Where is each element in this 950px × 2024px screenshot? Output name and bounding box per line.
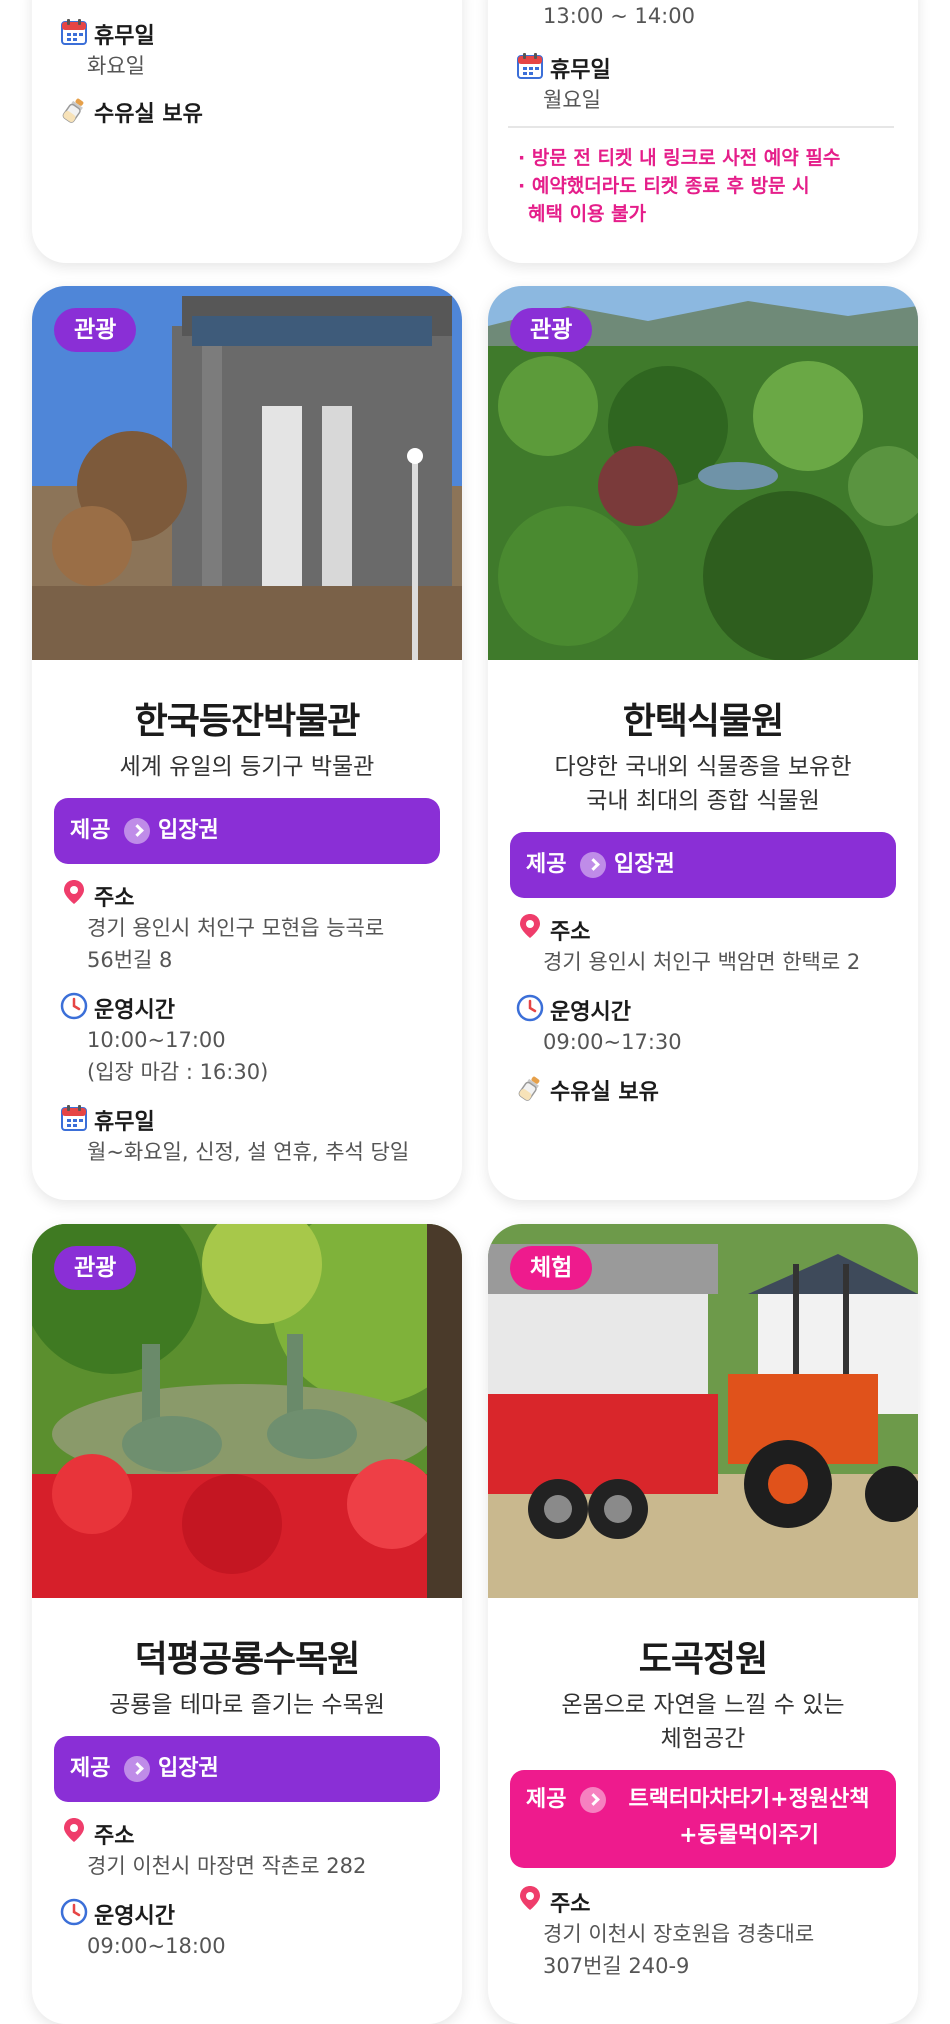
address-line-2: 56번길 8 (87, 948, 173, 972)
chevron-right-icon (124, 1756, 150, 1782)
benefit-button[interactable]: 제공 트랙터마차타기+정원산책 +동물먹이주기 (510, 1770, 896, 1868)
card-partial-right: 13:00 ~ 14:00 휴무일 월요일 · 방문 전 티켓 내 링크로 사전… (488, 0, 918, 263)
place-description-line-2: 국내 최대의 종합 식물원 (586, 788, 820, 814)
nursing-room-label: 수유실 보유 (94, 102, 203, 127)
card-dogok-garden[interactable]: 체험 도곡정원 온몸으로 자연을 느낄 수 있는 체험공간 제공 트랙터마차타기… (488, 1224, 918, 2024)
address-label: 주소 (550, 920, 591, 945)
hours-label: 운영시간 (94, 1904, 175, 1929)
place-description-line-1: 온몸으로 자연을 느낄 수 있는 (561, 1692, 845, 1718)
closed-day-label: 휴무일 (94, 24, 155, 49)
chevron-right-icon (580, 852, 606, 878)
category-tag: 관광 (54, 308, 137, 352)
place-title: 도곡정원 (638, 1639, 768, 1680)
benefit-label: 제공 (70, 818, 111, 843)
calendar-icon (60, 18, 88, 46)
card-partial-left: 휴무일 화요일 수유실 보유 (32, 0, 462, 263)
card-lamp-museum[interactable]: 관광 한국등잔박물관 세계 유일의 등기구 박물관 제공 입장권 주소 경기 용… (32, 286, 462, 1200)
address-line-1: 경기 용인시 처인구 백암면 한택로 2 (543, 950, 861, 974)
hours-line-2: (입장 마감 : 16:30) (87, 1060, 269, 1084)
category-tag: 체험 (510, 1246, 593, 1290)
baby-bottle-icon (60, 96, 88, 124)
calendar-icon (516, 52, 544, 80)
benefit-value: 입장권 (158, 1756, 219, 1781)
benefit-value: 입장권 (614, 852, 675, 877)
clock-icon (60, 1898, 88, 1926)
place-description: 세계 유일의 등기구 박물관 (119, 754, 375, 780)
benefit-value-line-1: 트랙터마차타기+정원산책 (628, 1787, 870, 1812)
address-label: 주소 (94, 1824, 135, 1849)
hours-line-1: 10:00~17:00 (87, 1028, 226, 1052)
clock-icon (516, 994, 544, 1022)
closed-day-label: 휴무일 (94, 1110, 155, 1135)
card-deokpyeong-dinosaur-arboretum[interactable]: 관광 덕평공룡수목원 공룡을 테마로 즐기는 수목원 제공 입장권 주소 경기 … (32, 1224, 462, 2024)
closed-day-value: 화요일 (87, 54, 145, 78)
address-line-2: 307번길 240-9 (543, 1954, 690, 1978)
chevron-right-icon (124, 818, 150, 844)
location-pin-icon (60, 878, 88, 906)
nursing-room-label: 수유실 보유 (550, 1080, 659, 1105)
address-line-1: 경기 이천시 장호원읍 경충대로 (543, 1922, 815, 1946)
place-title: 덕평공룡수목원 (134, 1639, 361, 1680)
benefit-value-line-2: +동물먹이주기 (679, 1823, 819, 1848)
address-line-1: 경기 용인시 처인구 모현읍 능곡로 (87, 916, 385, 940)
address-label: 주소 (550, 1892, 591, 1917)
notice-line-1: · 방문 전 티켓 내 링크로 사전 예약 필수 (518, 147, 841, 169)
place-description-line-1: 다양한 국내외 식물종을 보유한 (554, 754, 852, 780)
place-description-line-2: 체험공간 (660, 1726, 746, 1752)
chevron-right-icon (580, 1787, 606, 1813)
calendar-icon (60, 1104, 88, 1132)
place-description: 공룡을 테마로 즐기는 수목원 (109, 1692, 385, 1718)
baby-bottle-icon (516, 1074, 544, 1102)
benefit-value: 입장권 (158, 818, 219, 843)
hours-label: 운영시간 (550, 1000, 631, 1025)
hours-line-1: 09:00~18:00 (87, 1934, 226, 1958)
benefit-button[interactable]: 제공 입장권 (510, 832, 896, 898)
benefit-button[interactable]: 제공 입장권 (54, 798, 440, 864)
divider (508, 126, 894, 128)
break-time-value: 13:00 ~ 14:00 (543, 4, 695, 28)
hours-line-1: 09:00~17:30 (543, 1030, 682, 1054)
benefit-label: 제공 (70, 1756, 111, 1781)
place-title: 한국등잔박물관 (134, 701, 361, 742)
benefit-button[interactable]: 제공 입장권 (54, 1736, 440, 1802)
benefit-label: 제공 (526, 852, 567, 877)
location-pin-icon (516, 1884, 544, 1912)
location-pin-icon (60, 1816, 88, 1844)
card-hantaek-botanical-garden[interactable]: 관광 한택식물원 다양한 국내외 식물종을 보유한 국내 최대의 종합 식물원 … (488, 286, 918, 1200)
notice-line-3: 혜택 이용 불가 (528, 203, 647, 225)
place-title: 한택식물원 (622, 701, 785, 742)
address-label: 주소 (94, 886, 135, 911)
closed-day-value: 월요일 (543, 88, 601, 112)
hours-label: 운영시간 (94, 998, 175, 1023)
closed-day-label: 휴무일 (550, 58, 611, 83)
category-tag: 관광 (510, 308, 593, 352)
clock-icon (60, 992, 88, 1020)
address-line-1: 경기 이천시 마장면 작촌로 282 (87, 1854, 367, 1878)
benefit-label: 제공 (526, 1787, 567, 1812)
category-tag: 관광 (54, 1246, 137, 1290)
notice-line-2: · 예약했더라도 티켓 종료 후 방문 시 (518, 175, 810, 197)
location-pin-icon (516, 912, 544, 940)
closed-day-value: 월~화요일, 신정, 설 연휴, 추석 당일 (87, 1140, 410, 1164)
